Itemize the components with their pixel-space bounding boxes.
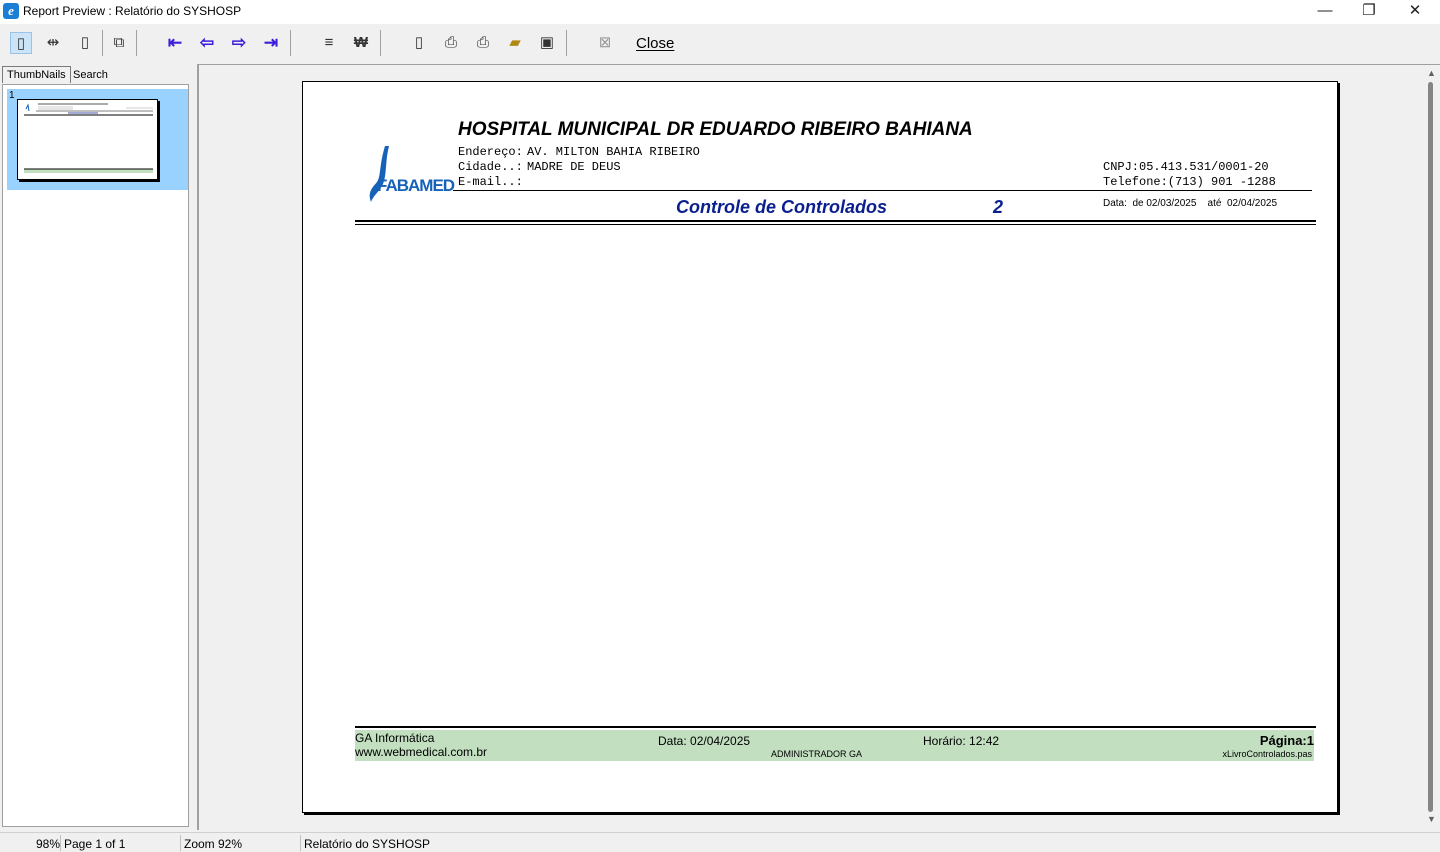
hospital-name: HOSPITAL MUNICIPAL DR EDUARDO RIBEIRO BA…: [458, 119, 973, 140]
page-icon[interactable]: ▯: [10, 32, 32, 54]
save-icon[interactable]: ▣: [536, 32, 558, 54]
export-icon[interactable]: ≡: [318, 32, 340, 54]
footer-time: Horário: 12:42: [923, 734, 1000, 748]
logo-text: FABAMED: [377, 176, 455, 195]
status-bar: 98% Page 1 of 1 Zoom 92% Relatório do SY…: [0, 832, 1440, 852]
print-setup-icon[interactable]: ⎙: [440, 32, 462, 54]
footer-company: GA Informática: [355, 731, 435, 745]
title-bar: e Report Preview : Relatório do SYSHOSP …: [0, 0, 1440, 24]
status-zoom: Zoom 92%: [184, 837, 243, 851]
find-icon[interactable]: ₩: [350, 32, 372, 54]
city-label: Cidade..:: [458, 160, 523, 174]
tab-thumbnails[interactable]: ThumbNails: [2, 66, 71, 83]
tab-search-results[interactable]: Search Results: [69, 67, 114, 97]
toolbar: ▯ ⇹ ▯ ⧉ ⇤ ⇦ ⇨ ⇥ ≡ ₩ ▯ ⎙ ⎙ ▰ ▣ ⊠ Close: [0, 24, 1440, 62]
footer-date: Data: 02/04/2025: [658, 734, 751, 748]
address-value: AV. MILTON BAHIA RIBEIRO: [527, 145, 700, 159]
full-page-icon[interactable]: ▯: [74, 32, 96, 54]
two-pages-icon[interactable]: ⧉: [108, 32, 130, 54]
report-title: Controle de Controlados: [676, 197, 887, 217]
thumbnail-page-number: 1: [9, 90, 15, 101]
title-divider-top: [355, 220, 1316, 222]
prev-page-icon[interactable]: ⇦: [196, 32, 218, 54]
cancel-icon[interactable]: ⊠: [594, 32, 616, 54]
report-page: HOSPITAL MUNICIPAL DR EDUARDO RIBEIRO BA…: [302, 81, 1338, 813]
cnpj: CNPJ:05.413.531/0001-20: [1103, 160, 1269, 174]
city-value: MADRE DE DEUS: [527, 160, 621, 174]
report-footer: GA Informática www.webmedical.com.br Dat…: [355, 730, 1314, 761]
footer-file: xLivroControlados.pas: [1222, 749, 1312, 759]
first-page-icon[interactable]: ⇤: [164, 32, 186, 54]
app-icon: e: [3, 3, 19, 19]
status-separator: [180, 835, 181, 851]
phone: Telefone:(713) 901 -1288: [1103, 175, 1276, 189]
title-divider-bottom: [355, 224, 1316, 225]
email-label: E-mail..:: [458, 175, 523, 189]
status-separator: [60, 835, 61, 851]
footer-website: www.webmedical.com.br: [355, 745, 488, 759]
open-icon[interactable]: ▰: [504, 32, 526, 54]
footer-page: Página:1: [1259, 733, 1314, 748]
toolbar-separator: [102, 30, 103, 56]
thumbnail-page-preview: [17, 99, 158, 180]
toolbar-separator: [566, 30, 567, 56]
close-button[interactable]: Close: [636, 35, 674, 52]
window-title: Report Preview : Relatório do SYSHOSP: [23, 4, 242, 18]
print-icon[interactable]: ⎙: [472, 32, 494, 54]
scrollbar-thumb[interactable]: [1428, 82, 1433, 812]
header-divider: [453, 190, 1312, 191]
thumbnail-item[interactable]: 1: [7, 89, 188, 190]
status-percent: 98%: [36, 837, 61, 851]
minimize-button[interactable]: —: [1302, 0, 1348, 24]
address-label: Endereço:: [458, 145, 523, 159]
fabamed-logo-icon: [369, 146, 389, 202]
vertical-scrollbar[interactable]: ▲ ▼: [1424, 66, 1440, 828]
toolbar-separator: [290, 30, 291, 56]
close-window-button[interactable]: ✕: [1392, 0, 1438, 24]
date-range: Data: de 02/03/2025 até 02/04/2025: [1103, 198, 1278, 209]
page-width-icon[interactable]: ⇹: [42, 32, 64, 54]
scroll-up-icon[interactable]: ▲: [1427, 68, 1436, 78]
new-icon[interactable]: ▯: [408, 32, 430, 54]
maximize-button[interactable]: ❐: [1346, 0, 1392, 24]
footer-divider: [355, 726, 1316, 728]
toolbar-separator: [380, 30, 381, 56]
thumbnail-panel: 1: [2, 84, 189, 827]
status-report-name: Relatório do SYSHOSP: [304, 837, 431, 851]
toolbar-separator: [136, 30, 137, 56]
scroll-down-icon[interactable]: ▼: [1427, 814, 1436, 824]
last-page-icon[interactable]: ⇥: [260, 32, 282, 54]
report-number: 2: [993, 197, 1004, 217]
next-page-icon[interactable]: ⇨: [228, 32, 250, 54]
status-separator: [300, 835, 301, 851]
footer-user: ADMINISTRADOR GA: [771, 749, 863, 759]
status-page: Page 1 of 1: [64, 837, 126, 851]
